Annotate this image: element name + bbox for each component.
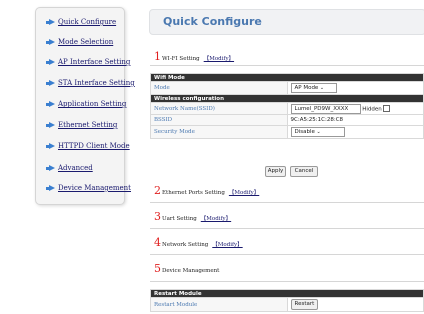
sidebar-item-label: Mode Selection	[58, 38, 114, 46]
ssid-input[interactable]: Lumel_PD9W_XXXX	[290, 103, 361, 114]
sidebar-item-advanced[interactable]: Advanced	[45, 164, 93, 172]
section-uart-title: 3 Uart Setting 【Modify】	[154, 210, 231, 223]
modify-network-link[interactable]: 【Modify】	[212, 240, 242, 248]
sidebar-item-label: HTTPD Client Mode	[58, 142, 130, 150]
security-mode-select[interactable]: Disable	[290, 127, 345, 137]
divider	[150, 281, 424, 282]
restart-module-label: Restart Module	[150, 297, 288, 312]
modify-wifi-link[interactable]: 【Modify】	[204, 54, 234, 62]
modify-uart-link[interactable]: 【Modify】	[201, 214, 231, 222]
arrow-icon	[45, 101, 55, 107]
sidebar-item-application[interactable]: Application Setting	[45, 100, 126, 108]
wifi-settings-table: Wifi Mode Mode AP Mode Wireless configur…	[150, 73, 424, 139]
sidebar-item-label: Ethernet Setting	[58, 121, 118, 129]
section-ethernet-title: 2 Ethernet Ports Setting 【Modify】	[154, 184, 259, 197]
sidebar-item-device-management[interactable]: Device Management	[45, 184, 131, 192]
sidebar-item-ethernet[interactable]: Ethernet Setting	[45, 121, 117, 129]
mode-select[interactable]: AP Mode	[290, 83, 337, 93]
section-wifi-title: 1 WI-FI Setting 【Modify】	[154, 50, 234, 63]
page-title: Quick Configure	[163, 15, 262, 28]
sidebar-item-label: Quick Configure	[58, 18, 117, 26]
apply-button[interactable]: Apply	[265, 166, 286, 177]
arrow-icon	[45, 19, 55, 25]
section-number: 5	[154, 262, 161, 275]
arrow-icon	[45, 59, 55, 65]
sidebar-menu: Quick Configure Mode Selection AP Interf…	[35, 7, 135, 205]
hidden-checkbox[interactable]	[382, 105, 390, 112]
arrow-icon	[45, 39, 55, 45]
sidebar-item-httpd-client[interactable]: HTTPD Client Mode	[45, 142, 130, 150]
mode-label: Mode	[150, 81, 288, 95]
sidebar-item-mode-selection[interactable]: Mode Selection	[45, 38, 113, 46]
restart-button[interactable]: Restart	[290, 299, 319, 310]
sidebar-item-label: Application Setting	[58, 100, 127, 108]
section-label: Uart Setting	[162, 216, 197, 222]
modify-ethernet-link[interactable]: 【Modify】	[229, 188, 259, 196]
wireless-config-header: Wireless configuration	[150, 94, 424, 103]
section-label: Device Management	[162, 268, 220, 274]
page-header: Quick Configure	[149, 9, 424, 35]
sidebar-item-label: Device Management	[58, 184, 131, 192]
cancel-button[interactable]: Cancel	[290, 166, 318, 177]
section-number: 3	[154, 210, 161, 223]
restart-module-header: Restart Module	[150, 289, 424, 298]
divider	[150, 228, 424, 229]
sidebar-item-label: Advanced	[58, 164, 93, 172]
divider	[150, 254, 424, 255]
bssid-label: BSSID	[150, 114, 288, 126]
section-label: WI-FI Setting	[162, 56, 200, 62]
section-number: 2	[154, 184, 161, 197]
security-mode-label: Security Mode	[150, 125, 288, 139]
ssid-label: Network Name(SSID)	[150, 102, 288, 115]
bssid-value: 9C:A5:25:1C:28:C8	[286, 114, 424, 126]
device-management-table: Restart Module Restart Module Restart	[150, 289, 424, 312]
section-label: Network Setting	[162, 242, 209, 248]
section-number: 1	[154, 50, 161, 63]
wifi-mode-header: Wifi Mode	[150, 73, 424, 82]
section-network-title: 4 Network Setting 【Modify】	[154, 236, 243, 249]
sidebar-item-sta-interface[interactable]: STA Interface Setting	[45, 79, 135, 87]
hidden-label: Hidden	[362, 106, 382, 112]
sidebar-item-quick-configure[interactable]: Quick Configure	[45, 18, 116, 26]
divider	[150, 65, 424, 66]
arrow-icon	[45, 185, 55, 191]
sidebar-item-label: STA Interface Setting	[58, 79, 135, 87]
divider	[150, 202, 424, 203]
section-label: Ethernet Ports Setting	[162, 190, 225, 196]
arrow-icon	[45, 122, 55, 128]
arrow-icon	[45, 143, 55, 149]
arrow-icon	[45, 80, 55, 86]
sidebar-item-ap-interface[interactable]: AP Interface Setting	[45, 58, 130, 66]
sidebar-item-label: AP Interface Setting	[58, 58, 131, 66]
section-number: 4	[154, 236, 161, 249]
arrow-icon	[45, 165, 55, 171]
section-device-title: 5 Device Management	[154, 262, 219, 275]
